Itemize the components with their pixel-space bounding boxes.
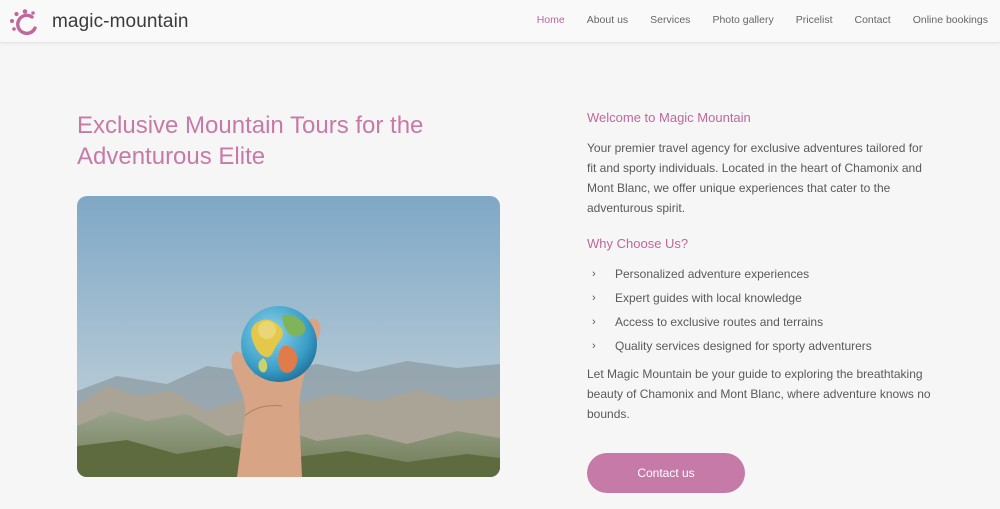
why-choose-us-title: Why Choose Us?: [587, 236, 689, 251]
chevron-right-icon: ›: [592, 316, 596, 328]
feature-item: › Personalized adventure experiences: [587, 262, 932, 286]
globe-in-hand-photo: [77, 196, 500, 477]
features-list: › Personalized adventure experiences › Exp…: [587, 262, 932, 358]
nav-contact[interactable]: Contact: [855, 14, 891, 26]
logo-burst-icon: [10, 9, 37, 36]
feature-item: › Quality services designed for sporty ad…: [587, 334, 932, 358]
contact-us-button[interactable]: Contact us: [587, 453, 745, 493]
chevron-right-icon: ›: [592, 268, 596, 280]
nav-home[interactable]: Home: [537, 14, 565, 26]
nav-about-us[interactable]: About us: [587, 14, 628, 26]
outro-text: Let Magic Mountain be your guide to expl…: [587, 367, 931, 421]
chevron-right-icon: ›: [592, 340, 596, 352]
main-nav: Home About us Services Photo gallery Pri…: [515, 14, 988, 26]
feature-label: Personalized adventure experiences: [615, 267, 810, 281]
chevron-right-icon: ›: [592, 292, 596, 304]
feature-item: › Expert guides with local knowledge: [587, 286, 932, 310]
nav-pricelist[interactable]: Pricelist: [796, 14, 833, 26]
nav-online-bookings[interactable]: Online bookings: [913, 14, 988, 26]
feature-label: Expert guides with local knowledge: [615, 291, 802, 305]
nav-services[interactable]: Services: [650, 14, 690, 26]
hero-image: [77, 196, 500, 477]
hero-title: Exclusive Mountain Tours for the Adventu…: [77, 112, 424, 170]
nav-photo-gallery[interactable]: Photo gallery: [712, 14, 773, 26]
feature-label: Quality services designed for sporty adv…: [615, 339, 872, 353]
feature-label: Access to exclusive routes and terrains: [615, 315, 824, 329]
welcome-text: Your premier travel agency for exclusive…: [587, 141, 923, 215]
brand-name: magic-mountain: [52, 11, 189, 32]
welcome-title: Welcome to Magic Mountain: [587, 110, 751, 125]
brand-logo[interactable]: magic-mountain: [9, 8, 189, 36]
welcome-section: Welcome to Magic Mountain Your premier t…: [587, 110, 937, 421]
feature-item: › Access to exclusive routes and terrains: [587, 310, 932, 334]
top-navbar: magic-mountain Home About us Services Ph…: [0, 0, 1000, 43]
